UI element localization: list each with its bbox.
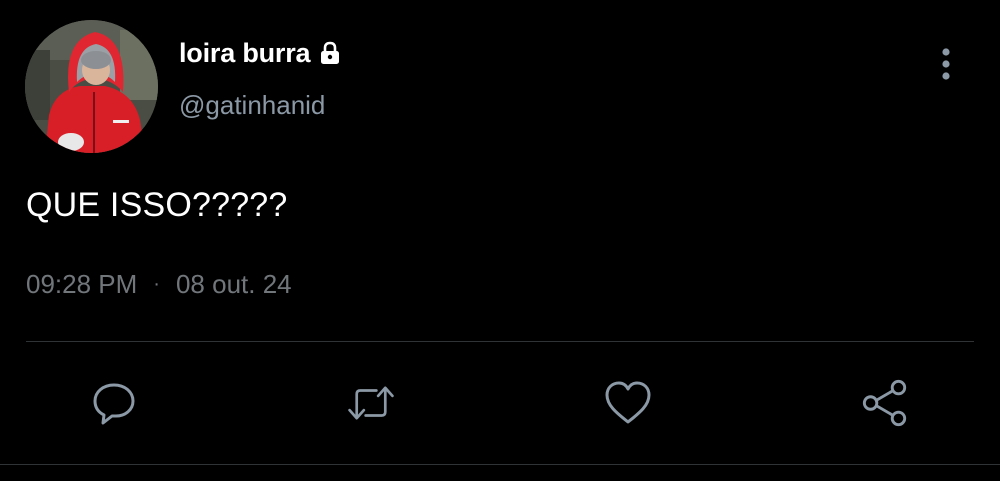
more-options-button[interactable] [930,44,962,84]
avatar[interactable] [25,20,158,153]
display-name-row: loira burra [179,37,344,69]
share-button[interactable] [860,378,910,428]
tweet-time[interactable]: 09:28 PM [26,269,137,300]
user-handle[interactable]: @gatinhanid [179,90,325,121]
divider-bottom [0,464,1000,465]
meta-separator: · [153,273,160,295]
divider [26,341,974,342]
display-name[interactable]: loira burra [179,38,311,69]
more-vertical-icon [942,48,950,80]
retweet-button[interactable] [346,378,396,428]
like-button[interactable] [603,378,653,428]
tweet-meta: 09:28 PM · 08 out. 24 [26,269,292,300]
reply-icon [93,383,135,425]
heart-icon [605,381,651,424]
avatar-image [25,20,158,153]
tweet-date[interactable]: 08 out. 24 [176,269,292,300]
reply-button[interactable] [89,378,139,428]
lock-icon [316,39,344,67]
retweet-icon [348,386,394,420]
tweet-card: loira burra @gatinhanid QUE ISSO????? 09… [0,0,1000,481]
share-icon [862,379,907,427]
tweet-text: QUE ISSO????? [26,186,288,224]
